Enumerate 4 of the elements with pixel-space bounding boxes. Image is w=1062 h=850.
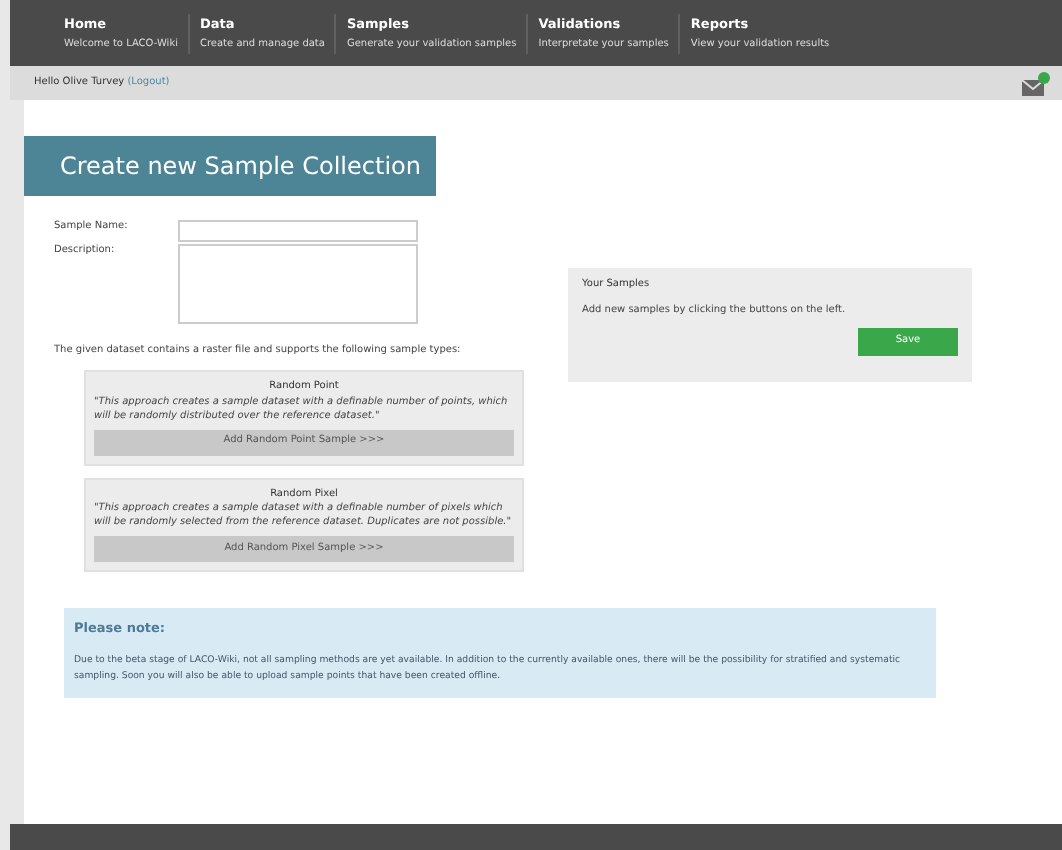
sample-name-input[interactable] (178, 220, 418, 242)
page-title: Create new Sample Collection (24, 136, 436, 196)
mail-icon[interactable] (1022, 71, 1050, 95)
description-input[interactable] (178, 244, 418, 324)
